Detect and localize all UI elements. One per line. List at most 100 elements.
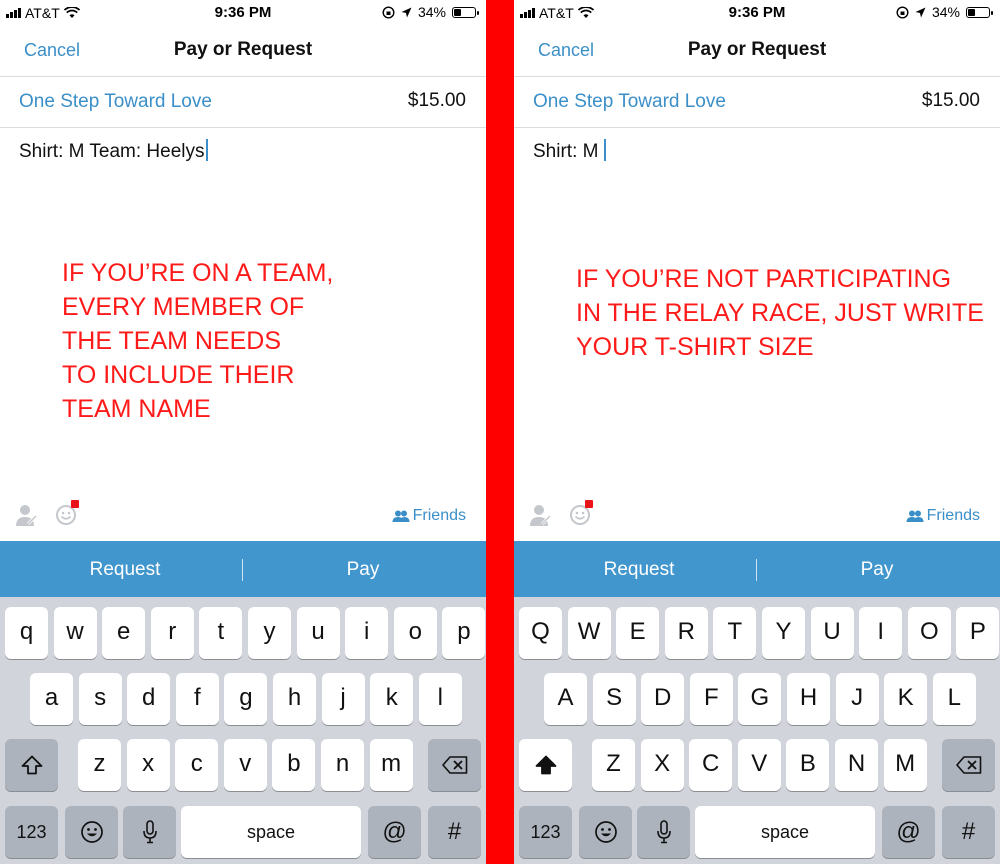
location-icon	[915, 7, 926, 17]
friends-button[interactable]: Friends	[392, 507, 466, 525]
key-t[interactable]: t	[199, 607, 243, 659]
key-s[interactable]: s	[78, 673, 122, 725]
key-m[interactable]: m	[369, 739, 413, 791]
key-g[interactable]: G	[738, 673, 782, 725]
space-key[interactable]: space	[181, 806, 361, 858]
key-z[interactable]: Z	[592, 739, 635, 791]
person-icon[interactable]	[14, 502, 38, 528]
key-r[interactable]: R	[664, 607, 708, 659]
emoji-key-icon	[594, 821, 617, 843]
key-f[interactable]: F	[689, 673, 733, 725]
key-r[interactable]: r	[150, 607, 194, 659]
key-q[interactable]: q	[5, 607, 48, 659]
navigation-bar: Cancel Pay or Request	[514, 26, 1000, 77]
key-n[interactable]: n	[321, 739, 364, 791]
emoji-key[interactable]	[65, 806, 118, 858]
emoji-key[interactable]	[579, 806, 632, 858]
status-bar: AT&T 9:36 PM 34%	[0, 0, 486, 26]
key-e[interactable]: e	[102, 607, 146, 659]
note-field[interactable]: Shirt: M Team: Heelys IF YOU’RE ON A TEA…	[0, 128, 486, 488]
key-e[interactable]: E	[616, 607, 660, 659]
key-k[interactable]: k	[370, 673, 414, 725]
key-i[interactable]: I	[859, 607, 903, 659]
key-u[interactable]: u	[296, 607, 340, 659]
numbers-key[interactable]: 123	[5, 806, 58, 858]
keyboard: qwertyuiop asdfghjkl zxcvbnm 123 space @…	[0, 597, 486, 864]
key-l[interactable]: l	[418, 673, 462, 725]
key-o[interactable]: o	[393, 607, 437, 659]
action-bar: Request Pay	[514, 541, 1000, 597]
backspace-key[interactable]	[942, 739, 995, 791]
key-x[interactable]: X	[640, 739, 684, 791]
request-button[interactable]: Request	[5, 541, 245, 597]
key-v[interactable]: V	[737, 739, 781, 791]
key-a[interactable]: a	[30, 673, 73, 725]
key-h[interactable]: H	[787, 673, 830, 725]
annotation-line: IF YOU’RE ON A TEAM,	[62, 259, 334, 287]
dictation-key[interactable]	[637, 806, 690, 858]
backspace-key[interactable]	[428, 739, 481, 791]
amount-field[interactable]: $15.00	[922, 90, 980, 112]
key-d[interactable]: D	[641, 673, 685, 725]
key-z[interactable]: z	[78, 739, 121, 791]
friends-button[interactable]: Friends	[906, 507, 980, 525]
key-p[interactable]: P	[956, 607, 1000, 659]
person-icon[interactable]	[528, 502, 552, 528]
hash-key[interactable]: #	[942, 806, 995, 858]
key-k[interactable]: K	[884, 673, 928, 725]
battery-percent: 34%	[931, 4, 960, 20]
key-u[interactable]: U	[810, 607, 854, 659]
key-p[interactable]: p	[442, 607, 486, 659]
shift-icon	[21, 755, 42, 775]
numbers-key[interactable]: 123	[519, 806, 572, 858]
battery-icon	[452, 6, 479, 18]
key-c[interactable]: c	[175, 739, 219, 791]
dictation-key[interactable]	[123, 806, 176, 858]
key-x[interactable]: x	[126, 739, 170, 791]
key-o[interactable]: O	[907, 607, 951, 659]
key-d[interactable]: d	[127, 673, 171, 725]
shift-key[interactable]	[519, 739, 572, 791]
shift-icon	[535, 755, 556, 775]
at-key[interactable]: @	[368, 806, 421, 858]
key-j[interactable]: j	[321, 673, 365, 725]
key-i[interactable]: i	[345, 607, 389, 659]
key-y[interactable]: y	[248, 607, 291, 659]
hash-key[interactable]: #	[428, 806, 481, 858]
shift-key[interactable]	[5, 739, 58, 791]
key-n[interactable]: N	[835, 739, 878, 791]
key-w[interactable]: w	[53, 607, 97, 659]
key-m[interactable]: M	[883, 739, 927, 791]
recipient-name[interactable]: One Step Toward Love	[19, 91, 212, 113]
key-b[interactable]: B	[786, 739, 830, 791]
annotation-line: THE TEAM NEEDS	[62, 327, 282, 355]
key-a[interactable]: A	[544, 673, 587, 725]
key-t[interactable]: T	[713, 607, 757, 659]
key-w[interactable]: W	[567, 607, 611, 659]
key-h[interactable]: h	[273, 673, 316, 725]
recipient-name[interactable]: One Step Toward Love	[533, 91, 726, 113]
key-s[interactable]: S	[592, 673, 636, 725]
key-y[interactable]: Y	[762, 607, 805, 659]
recipient-row: One Step Toward Love $15.00	[514, 77, 1000, 128]
at-key[interactable]: @	[882, 806, 935, 858]
note-field[interactable]: Shirt: M IF YOU’RE NOT PARTICIPATING IN …	[514, 128, 1000, 488]
orientation-lock-icon	[896, 5, 909, 19]
key-v[interactable]: v	[223, 739, 267, 791]
key-q[interactable]: Q	[519, 607, 562, 659]
key-b[interactable]: b	[272, 739, 316, 791]
amount-field[interactable]: $15.00	[408, 90, 466, 112]
key-f[interactable]: f	[175, 673, 219, 725]
pay-button[interactable]: Pay	[757, 541, 997, 597]
backspace-icon	[955, 756, 981, 774]
battery-icon	[966, 6, 993, 18]
key-j[interactable]: J	[835, 673, 879, 725]
key-c[interactable]: C	[689, 739, 733, 791]
key-g[interactable]: g	[224, 673, 268, 725]
instruction-annotation: IF YOU’RE ON A TEAM, EVERY MEMBER OF THE…	[62, 256, 333, 426]
pay-button[interactable]: Pay	[243, 541, 483, 597]
space-key[interactable]: space	[695, 806, 875, 858]
key-l[interactable]: L	[932, 673, 976, 725]
recipient-row: One Step Toward Love $15.00	[0, 77, 486, 128]
request-button[interactable]: Request	[519, 541, 759, 597]
